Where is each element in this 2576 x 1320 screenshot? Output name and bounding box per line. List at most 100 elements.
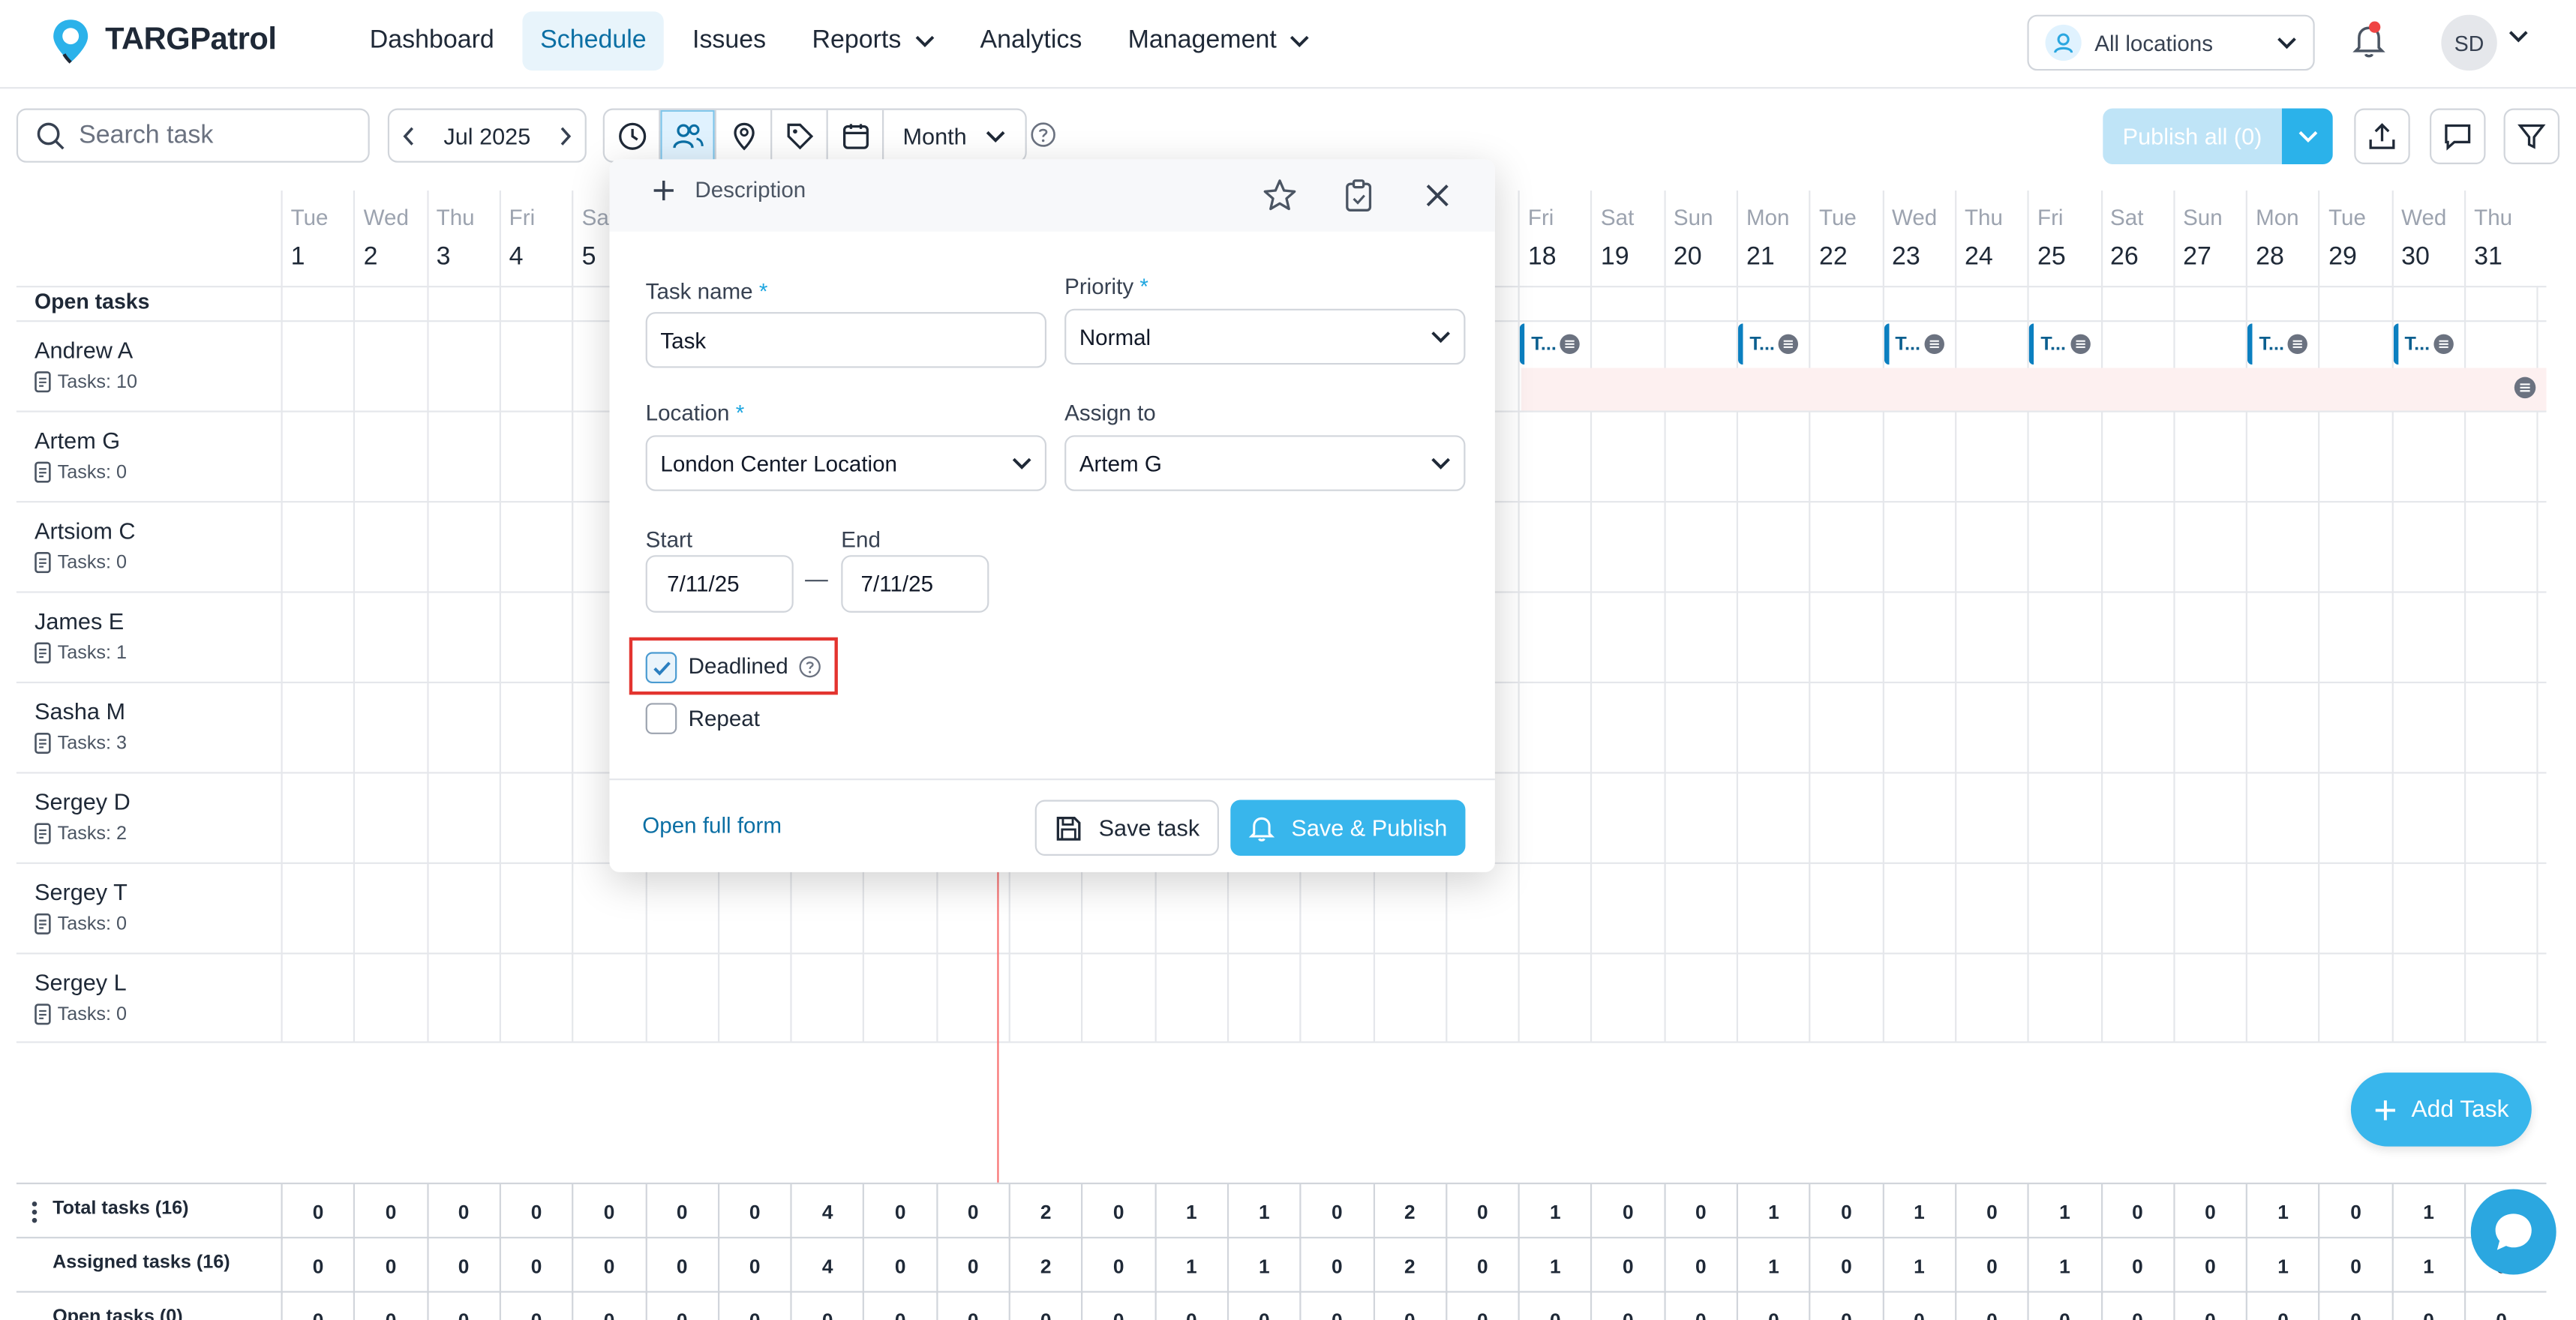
plus-icon — [653, 179, 674, 200]
view-range-select[interactable]: Month — [884, 110, 1025, 161]
summary-row-label: Total tasks (16) — [53, 1198, 189, 1219]
save-and-publish-label: Save & Publish — [1291, 814, 1448, 842]
summary-cell: 0 — [572, 1292, 645, 1320]
day-column-header[interactable]: Wed 2 — [353, 190, 427, 286]
location-select[interactable]: London Center Location — [645, 435, 1047, 491]
day-column-header[interactable]: Tue 29 — [2318, 190, 2391, 286]
task-chip[interactable]: T... — [2393, 323, 2459, 365]
day-column-header[interactable]: Sat 19 — [1590, 190, 1664, 286]
task-chip[interactable]: T... — [1738, 323, 1804, 365]
nav-dashboard[interactable]: Dashboard — [352, 11, 512, 70]
employee-row[interactable]: Sasha M Tasks: 3 — [35, 698, 127, 754]
search-box[interactable] — [16, 108, 370, 163]
repeat-checkbox[interactable] — [645, 703, 677, 734]
nav-schedule[interactable]: Schedule — [522, 11, 665, 71]
nav-issues-label: Issues — [692, 26, 767, 55]
deadlined-checkbox[interactable] — [645, 652, 677, 684]
star-icon[interactable] — [1262, 178, 1298, 214]
nav-issues[interactable]: Issues — [674, 11, 784, 70]
employee-row[interactable]: Andrew A Tasks: 10 — [35, 337, 137, 393]
day-column-header[interactable]: Fri 4 — [499, 190, 572, 286]
list-icon[interactable] — [2514, 376, 2537, 400]
chevron-right-icon[interactable] — [559, 126, 572, 146]
current-month-label[interactable]: Jul 2025 — [443, 122, 530, 148]
task-chip[interactable]: T... — [2029, 323, 2095, 365]
employee-row[interactable]: Artem G Tasks: 0 — [35, 427, 127, 483]
day-column-header[interactable]: Thu 31 — [2464, 190, 2537, 286]
view-calendar-button[interactable] — [828, 110, 884, 161]
summary-cell: 0 — [2100, 1292, 2173, 1320]
summary-cell: 0 — [1954, 1238, 2028, 1294]
close-icon[interactable] — [1423, 181, 1452, 210]
day-of-week: Tue — [290, 205, 329, 230]
chevron-down-icon[interactable] — [2508, 29, 2528, 43]
day-column-header[interactable]: Thu 3 — [426, 190, 500, 286]
employee-row[interactable]: Sergey L Tasks: 0 — [35, 969, 127, 1025]
filter-button[interactable] — [2503, 108, 2560, 164]
day-column-header[interactable]: Tue 22 — [1809, 190, 1882, 286]
employee-row[interactable]: James E Tasks: 1 — [35, 608, 127, 664]
chevron-down-icon — [1431, 332, 1450, 344]
employee-row[interactable]: Sergey D Tasks: 2 — [35, 788, 131, 844]
open-full-form-link[interactable]: Open full form — [642, 813, 782, 838]
help-circle-icon[interactable] — [1030, 122, 1056, 148]
day-column-header[interactable]: Sun 27 — [2172, 190, 2246, 286]
day-column-header[interactable]: Mon 28 — [2245, 190, 2319, 286]
day-column-header[interactable]: Wed 23 — [1881, 190, 1955, 286]
day-column-header[interactable]: Sat 26 — [2100, 190, 2173, 286]
assign-to-select[interactable]: Artem G — [1064, 435, 1466, 491]
save-and-publish-button[interactable]: Save & Publish — [1230, 800, 1466, 856]
day-column-header[interactable]: Sun 20 — [1663, 190, 1737, 286]
day-number: 19 — [1600, 243, 1629, 272]
user-avatar[interactable]: SD — [2441, 14, 2497, 71]
publish-all-button[interactable]: Publish all (0) — [2103, 108, 2282, 164]
priority-select[interactable]: Normal — [1064, 308, 1466, 365]
view-by-tag-button[interactable] — [772, 110, 828, 161]
view-by-people-button[interactable] — [660, 110, 716, 161]
employee-row[interactable]: Artsiom C Tasks: 0 — [35, 518, 136, 574]
add-task-button[interactable]: Add Task — [2350, 1072, 2532, 1147]
task-chip[interactable]: T... — [1884, 323, 1950, 365]
user-location-icon — [2045, 24, 2082, 62]
day-number: 31 — [2474, 243, 2502, 272]
employee-task-count: Tasks: 2 — [35, 823, 131, 844]
start-date-field[interactable]: 7/11/25 — [645, 555, 794, 613]
chevron-left-icon[interactable] — [403, 126, 416, 146]
day-column-header[interactable]: Mon 21 — [1736, 190, 1809, 286]
end-date-field[interactable]: 7/11/25 — [841, 555, 989, 613]
employee-name: Sasha M — [34, 698, 125, 724]
day-column-header[interactable]: Wed 30 — [2391, 190, 2464, 286]
location-filter-select[interactable]: All locations — [2027, 14, 2315, 71]
document-icon — [35, 371, 51, 393]
location-filter-value: All locations — [2094, 30, 2214, 56]
day-column-header[interactable]: Tue 1 — [281, 190, 353, 286]
view-by-location-button[interactable] — [716, 110, 773, 161]
day-of-week: Mon — [1746, 205, 1790, 230]
task-name-field[interactable]: Task — [645, 312, 1047, 368]
summary-cell: 0 — [1809, 1292, 1882, 1320]
clipboard-icon[interactable] — [1341, 178, 1377, 214]
app-logo[interactable]: TARGPatrol — [50, 16, 277, 66]
save-task-button[interactable]: Save task — [1034, 800, 1219, 856]
task-chip[interactable]: T... — [2247, 323, 2313, 365]
day-column-header[interactable]: Thu 24 — [1954, 190, 2028, 286]
add-description-button[interactable]: Description — [652, 178, 806, 202]
export-button[interactable] — [2354, 108, 2410, 164]
employee-row[interactable]: Sergey T Tasks: 0 — [35, 879, 128, 934]
nav-management[interactable]: Management — [1110, 11, 1328, 70]
summary-cell: 0 — [2318, 1238, 2391, 1294]
help-circle-icon[interactable] — [798, 655, 821, 678]
support-chat-button[interactable] — [2470, 1189, 2556, 1275]
publish-options-button[interactable] — [2281, 108, 2333, 164]
more-vertical-icon[interactable] — [32, 1201, 38, 1224]
day-column-header[interactable]: Fri 18 — [1518, 190, 1591, 286]
summary-cell: 0 — [1736, 1292, 1809, 1320]
search-input[interactable] — [79, 120, 342, 151]
nav-analytics[interactable]: Analytics — [962, 11, 1100, 70]
task-chip[interactable]: T... — [1519, 323, 1586, 365]
view-by-time-button[interactable] — [605, 110, 661, 161]
grid-column-line — [426, 286, 428, 1042]
day-column-header[interactable]: Fri 25 — [2027, 190, 2100, 286]
comments-button[interactable] — [2430, 108, 2486, 164]
nav-reports[interactable]: Reports — [794, 11, 952, 70]
